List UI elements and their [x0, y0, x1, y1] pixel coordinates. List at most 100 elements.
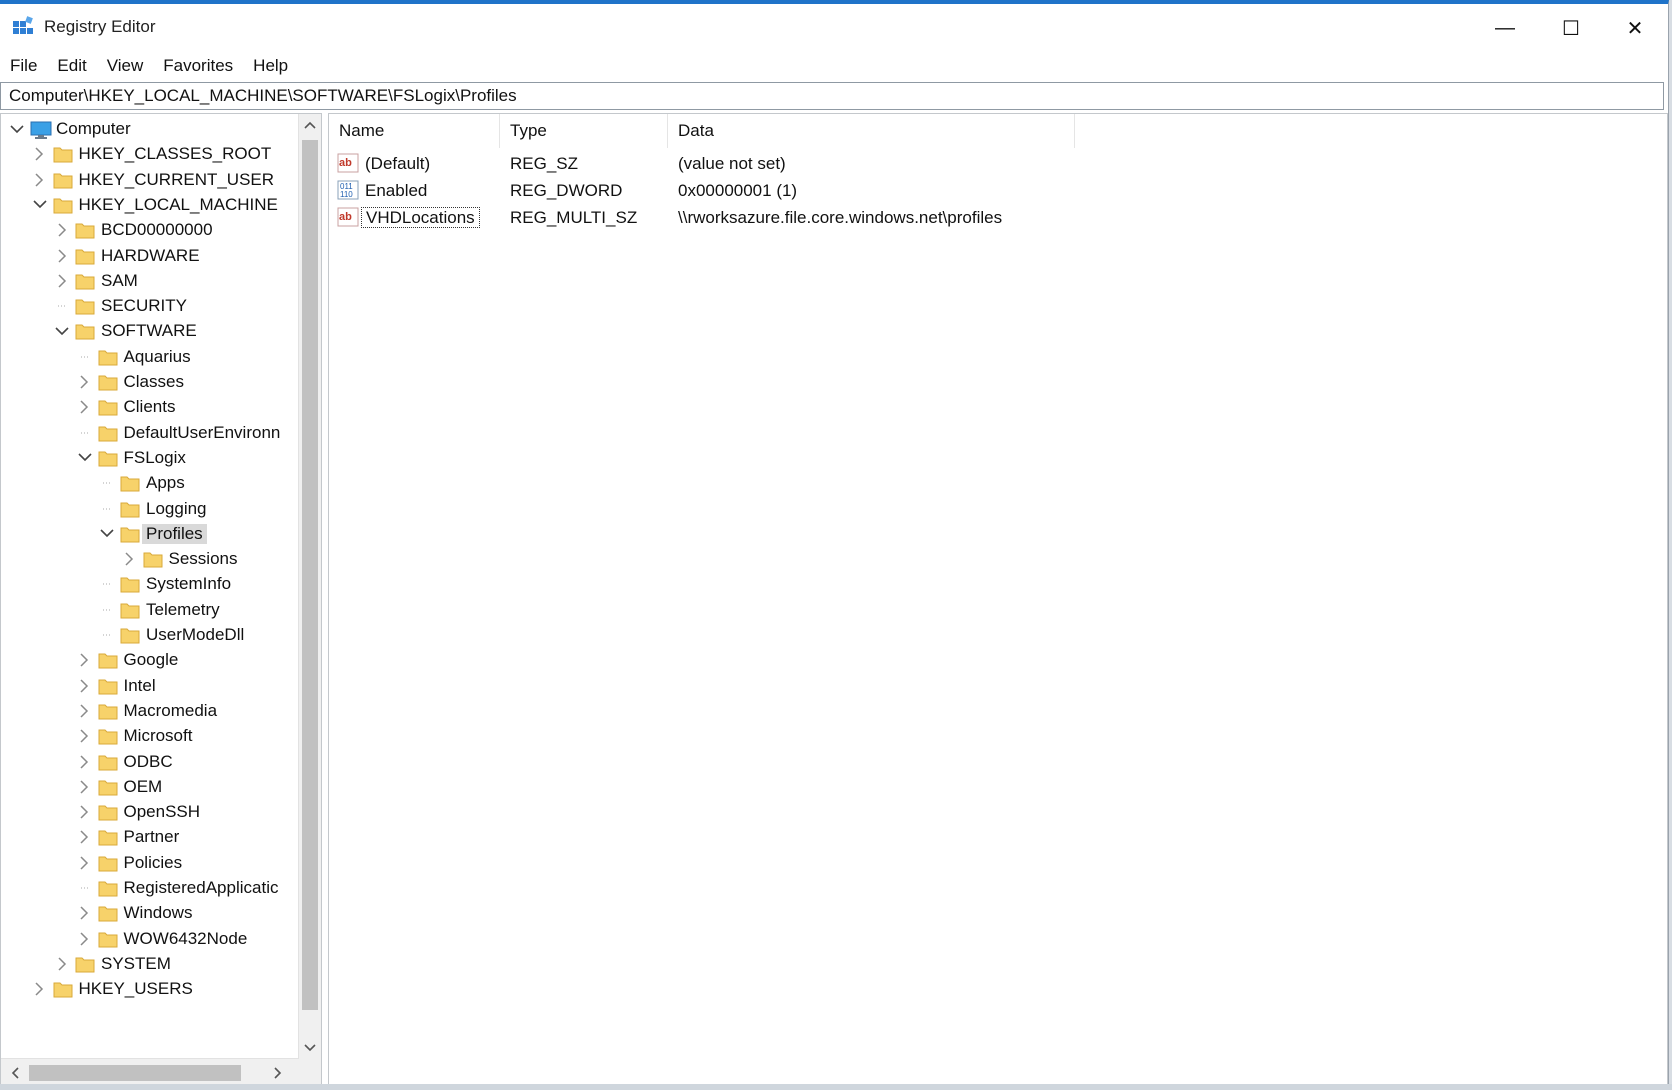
chevron-right-icon[interactable]	[54, 956, 70, 972]
tree-item[interactable]: HKEY_USERS	[32, 976, 193, 1002]
chevron-right-icon[interactable]	[77, 855, 93, 871]
chevron-right-icon[interactable]	[32, 172, 48, 188]
menu-file[interactable]: File	[0, 54, 47, 80]
chevron-right-icon[interactable]	[77, 399, 93, 415]
folder-icon	[75, 955, 95, 973]
scroll-right-icon[interactable]	[267, 1062, 289, 1084]
tree-connector	[99, 576, 115, 592]
chevron-down-icon[interactable]	[9, 121, 25, 137]
tree-horizontal-scrollbar[interactable]	[1, 1058, 299, 1087]
tree-item[interactable]: Classes	[77, 369, 184, 395]
tree-item[interactable]: Sessions	[122, 546, 238, 572]
folder-icon	[53, 171, 73, 189]
folder-icon	[98, 424, 118, 442]
tree-item[interactable]: Macromedia	[77, 698, 217, 724]
chevron-right-icon[interactable]	[77, 728, 93, 744]
tree-item[interactable]: UserModeDll	[99, 622, 244, 648]
tree-item[interactable]: Windows	[77, 900, 192, 926]
chevron-right-icon[interactable]	[77, 652, 93, 668]
chevron-right-icon[interactable]	[77, 754, 93, 770]
tree-item-label: Sessions	[168, 549, 238, 569]
menu-edit[interactable]: Edit	[47, 54, 96, 80]
tree-item[interactable]: Computer	[9, 116, 131, 142]
minimize-button[interactable]: —	[1472, 4, 1538, 52]
chevron-down-icon[interactable]	[54, 323, 70, 339]
computer-icon	[30, 120, 52, 139]
tree-item[interactable]: HARDWARE	[54, 243, 200, 269]
chevron-right-icon[interactable]	[122, 551, 138, 567]
scroll-down-icon[interactable]	[299, 1037, 321, 1059]
tree-item[interactable]: SOFTWARE	[54, 318, 197, 344]
menu-help[interactable]: Help	[243, 54, 298, 80]
tree-item[interactable]: Policies	[77, 850, 182, 876]
tree-item[interactable]: HKEY_LOCAL_MACHINE	[32, 192, 278, 218]
chevron-right-icon[interactable]	[77, 931, 93, 947]
column-header-type[interactable]: Type	[500, 114, 668, 148]
value-row[interactable]: 011 110 Enabled REG_DWORD 0x00000001 (1)	[329, 177, 1667, 204]
tree-item[interactable]: Partner	[77, 824, 179, 850]
chevron-right-icon[interactable]	[77, 678, 93, 694]
chevron-right-icon[interactable]	[54, 273, 70, 289]
tree-connector	[99, 475, 115, 491]
tree-item[interactable]: HKEY_CURRENT_USER	[32, 167, 274, 193]
chevron-right-icon[interactable]	[32, 981, 48, 997]
tree-item[interactable]: SAM	[54, 268, 138, 294]
address-bar[interactable]: Computer\HKEY_LOCAL_MACHINE\SOFTWARE\FSL…	[0, 82, 1664, 110]
tree-item[interactable]: Intel	[77, 673, 156, 699]
chevron-right-icon[interactable]	[77, 829, 93, 845]
string-value-icon: ab	[337, 153, 359, 173]
vertical-scroll-thumb[interactable]	[302, 140, 318, 1010]
tree-item[interactable]: Google	[77, 647, 179, 673]
value-row[interactable]: ab (Default) REG_SZ (value not set)	[329, 150, 1667, 177]
tree-item-label: RegisteredApplicatic	[123, 878, 279, 897]
tree-item-label: Google	[123, 650, 179, 670]
tree-item-label: FSLogix	[123, 447, 186, 467]
value-row[interactable]: ab VHDLocations REG_MULTI_SZ \\rworksazure.…	[329, 204, 1667, 231]
tree-item[interactable]: BCD00000000	[54, 217, 213, 243]
svg-text:110: 110	[340, 190, 353, 199]
chevron-right-icon[interactable]	[54, 248, 70, 264]
tree-item[interactable]: SECURITY	[54, 293, 187, 319]
menu-favorites[interactable]: Favorites	[153, 54, 243, 80]
tree-item[interactable]: Microsoft	[77, 723, 192, 749]
menu-view[interactable]: View	[97, 54, 154, 80]
tree-item[interactable]: ODBC	[77, 749, 173, 775]
chevron-right-icon[interactable]	[77, 804, 93, 820]
chevron-right-icon[interactable]	[77, 779, 93, 795]
value-data: (value not set)	[678, 154, 786, 173]
title-bar[interactable]: Registry Editor — ☐ ✕	[0, 4, 1668, 54]
tree-item[interactable]: Aquarius	[77, 344, 191, 370]
tree-item-label: DefaultUserEnvironn	[123, 422, 281, 442]
chevron-right-icon[interactable]	[77, 703, 93, 719]
chevron-right-icon[interactable]	[54, 222, 70, 238]
tree-item[interactable]: OEM	[77, 774, 162, 800]
chevron-down-icon[interactable]	[32, 197, 48, 213]
chevron-down-icon[interactable]	[77, 450, 93, 466]
tree-vertical-scrollbar[interactable]	[298, 114, 321, 1059]
maximize-button[interactable]: ☐	[1538, 4, 1604, 52]
chevron-down-icon[interactable]	[99, 526, 115, 542]
tree-item-label: WOW6432Node	[123, 928, 248, 948]
tree-item[interactable]: HKEY_CLASSES_ROOT	[32, 141, 271, 167]
tree-item[interactable]: Clients	[77, 394, 175, 420]
tree-item[interactable]: WOW6432Node	[77, 926, 248, 952]
chevron-right-icon[interactable]	[77, 905, 93, 921]
tree-item[interactable]: OpenSSH	[77, 799, 200, 825]
chevron-right-icon[interactable]	[77, 374, 93, 390]
column-header-name[interactable]: Name	[329, 114, 500, 148]
tree-item[interactable]: RegisteredApplicatic	[77, 875, 279, 901]
close-button[interactable]: ✕	[1602, 4, 1668, 52]
chevron-right-icon[interactable]	[32, 146, 48, 162]
horizontal-scroll-thumb[interactable]	[29, 1065, 241, 1081]
scroll-left-icon[interactable]	[4, 1062, 26, 1084]
tree-item[interactable]: Profiles	[99, 521, 207, 547]
tree-item[interactable]: FSLogix	[77, 445, 186, 471]
tree-item[interactable]: Logging	[99, 496, 207, 522]
tree-item[interactable]: SYSTEM	[54, 951, 171, 977]
tree-item[interactable]: DefaultUserEnvironn	[77, 420, 281, 446]
tree-item[interactable]: Apps	[99, 470, 185, 496]
column-header-data[interactable]: Data	[668, 114, 1075, 148]
tree-item[interactable]: SystemInfo	[99, 571, 231, 597]
tree-item[interactable]: Telemetry	[99, 597, 220, 623]
scroll-up-icon[interactable]	[299, 114, 321, 136]
